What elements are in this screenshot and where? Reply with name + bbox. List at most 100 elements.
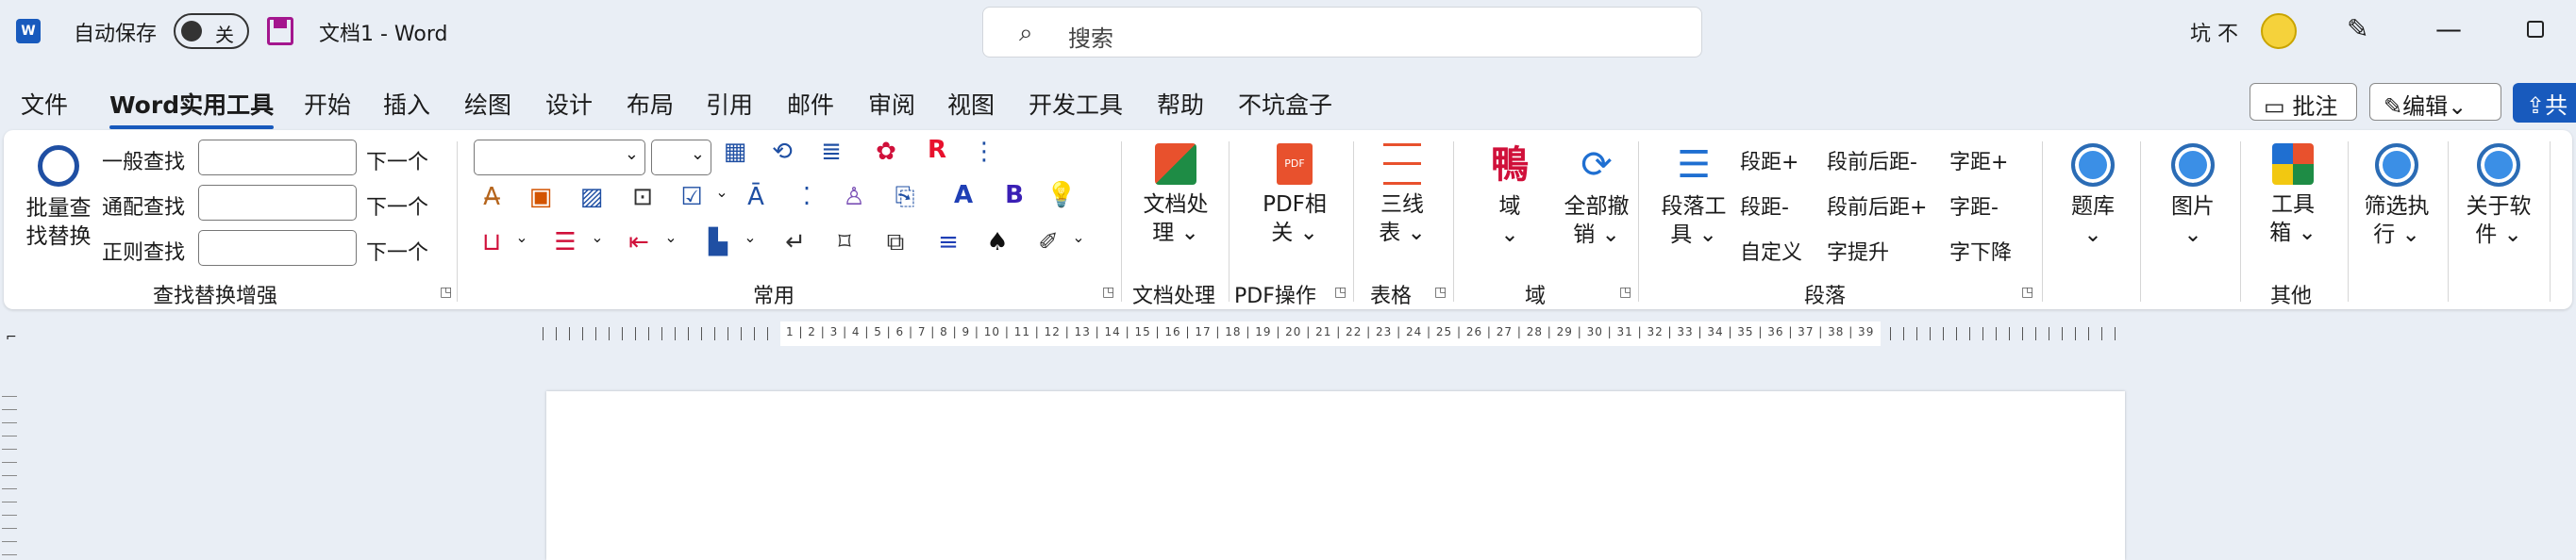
wildcard-find-input[interactable] [198, 185, 357, 221]
font-name-select[interactable]: ⌄ [474, 140, 645, 175]
dialog-launcher-icon[interactable]: ◳ [1334, 285, 1347, 300]
tab-draw[interactable]: 绘图 [464, 87, 511, 121]
tab-file[interactable]: 文件 [21, 87, 68, 121]
para-spacing-minus-button[interactable]: 段距- [1740, 190, 1789, 221]
editing-button[interactable]: ✎编辑⌄ [2369, 83, 2501, 121]
char-lower-button[interactable]: 字下降 [1949, 236, 2012, 266]
font-color-a-icon[interactable]: A [947, 181, 979, 209]
horizontal-ruler[interactable]: 1 | 2 | 3 | 4 | 5 | 6 | 7 | 8 | 9 | 10 |… [543, 318, 2128, 352]
crop-icon[interactable]: ⊡ [627, 183, 659, 211]
tab-view[interactable]: 视图 [947, 87, 995, 121]
question-bank-button[interactable]: 题库 ⌄ [2048, 143, 2138, 249]
about-software-button[interactable]: 关于软 件 ⌄ [2451, 143, 2546, 249]
divider [2140, 141, 2141, 302]
document-refresh-icon[interactable]: ⟲ [766, 138, 798, 166]
bottle-icon[interactable]: ♙ [838, 183, 870, 211]
tab-layout[interactable]: 布局 [627, 87, 674, 121]
tab-home[interactable]: 开始 [304, 87, 351, 121]
dialog-launcher-icon[interactable]: ◳ [2021, 285, 2033, 300]
spade-icon[interactable]: ♠ [981, 228, 1013, 256]
pen-icon[interactable]: ✎ [2347, 13, 2368, 44]
chevron-down-icon[interactable]: ⌄ [706, 183, 738, 201]
before-after-plus-button[interactable]: 段前后距+ [1827, 190, 1927, 221]
normal-find-next-button[interactable]: 下一个 [366, 145, 428, 175]
table-icon[interactable]: ▦ [719, 138, 751, 166]
three-line-table-button[interactable]: 三线 表 ⌄ [1363, 143, 1442, 247]
share-button[interactable]: ⇪共 [2513, 83, 2576, 123]
autosave-toggle[interactable]: 关 [174, 13, 249, 49]
tab-insert[interactable]: 插入 [383, 87, 430, 121]
tree-list-icon[interactable]: ⋮ [968, 138, 1000, 166]
toolbox-button[interactable]: 工具 箱 ⌄ [2248, 143, 2338, 247]
tab-mailings[interactable]: 邮件 [787, 87, 834, 121]
doc-settings-icon[interactable]: ⎘ [889, 183, 921, 212]
user-name[interactable]: 坑 不 [2190, 17, 2238, 47]
light-bulb-icon[interactable]: 💡 [1045, 181, 1078, 209]
insert-icon[interactable]: ⊔ [476, 228, 508, 256]
wildcard-find-next-button[interactable]: 下一个 [366, 190, 428, 221]
tab-word-tools[interactable]: Word实用工具 [109, 87, 275, 129]
field-button[interactable]: 鴨 域 ⌄ [1472, 143, 1547, 249]
vertical-ruler[interactable] [2, 396, 17, 556]
minimize-button[interactable]: — [2435, 13, 2462, 44]
chevron-down-icon[interactable]: ⌄ [1062, 228, 1095, 246]
tab-bukeng[interactable]: 不坑盒子 [1238, 87, 1332, 121]
image-frame-icon[interactable]: ▨ [576, 183, 608, 211]
tab-stop-selector[interactable]: ⌐ [6, 330, 17, 345]
images-button[interactable]: 图片 ⌄ [2148, 143, 2238, 249]
bold-b-icon[interactable]: B [998, 181, 1030, 209]
dialog-launcher-icon[interactable]: ◳ [440, 285, 452, 300]
regex-find-input[interactable] [198, 230, 357, 266]
dialog-launcher-icon[interactable]: ◳ [1102, 285, 1114, 300]
avatar[interactable] [2261, 13, 2297, 49]
undo-all-button[interactable]: ⟳ 全部撤 销 ⌄ [1551, 143, 1642, 249]
red-lines-icon[interactable]: ☰ [549, 228, 581, 256]
text-style-icon[interactable]: A̶ [476, 183, 508, 211]
regex-find-next-button[interactable]: 下一个 [366, 236, 428, 266]
word-logo-icon[interactable]: W [16, 19, 41, 43]
bookmark-icon[interactable]: ⌑ [828, 228, 861, 256]
tab-references[interactable]: 引用 [706, 87, 753, 121]
chevron-down-icon[interactable]: ⌄ [506, 228, 538, 246]
dialog-launcher-icon[interactable]: ◳ [1434, 285, 1447, 300]
maximize-button[interactable] [2527, 21, 2544, 38]
red-r-icon[interactable]: R [921, 136, 953, 164]
char-raise-button[interactable]: 字提升 [1827, 236, 1889, 266]
custom-button[interactable]: 自定义 [1740, 236, 1802, 266]
red-shape-icon[interactable]: ✿ [870, 138, 902, 166]
dots-icon[interactable]: ⁚ [791, 183, 823, 211]
paragraph-tools-button[interactable]: ☰ 段落工 具 ⌄ [1653, 143, 1734, 249]
para-spacing-plus-button[interactable]: 段距+ [1740, 145, 1798, 175]
filter-execute-button[interactable]: 筛选执 行 ⌄ [2350, 143, 2444, 249]
doc-processing-button[interactable]: 文档处 理 ⌄ [1129, 143, 1223, 247]
edit-box-icon[interactable]: ☑ [676, 183, 708, 211]
chart-icon[interactable]: ▙ [702, 228, 734, 256]
align-icon[interactable]: ≡ [932, 228, 964, 256]
highlighter-icon[interactable]: ✐ [1032, 228, 1064, 256]
page-icon[interactable]: ▣ [525, 183, 557, 211]
number-list-icon[interactable]: ≣ [815, 138, 847, 166]
indent-icon[interactable]: ⇤ [623, 228, 655, 256]
font-size-select[interactable]: ⌄ [651, 140, 711, 175]
chevron-down-icon[interactable]: ⌄ [581, 228, 613, 246]
tab-developer[interactable]: 开发工具 [1029, 87, 1123, 121]
save-icon[interactable] [267, 17, 293, 45]
enter-icon[interactable]: ↵ [779, 228, 811, 256]
batch-find-replace-button[interactable]: 批量查 找替换 [23, 145, 94, 251]
copy-icon[interactable]: ⧉ [879, 228, 912, 257]
dialog-launcher-icon[interactable]: ◳ [1619, 285, 1631, 300]
chevron-down-icon[interactable]: ⌄ [734, 228, 766, 246]
font-size-icon[interactable]: Ā [740, 183, 772, 211]
search-input[interactable]: ⌕ 搜索 [982, 7, 1702, 58]
char-spacing-plus-button[interactable]: 字距+ [1949, 145, 2008, 175]
tab-design[interactable]: 设计 [545, 87, 593, 121]
char-spacing-minus-button[interactable]: 字距- [1949, 190, 1999, 221]
comments-button[interactable]: ▭ 批注 [2250, 83, 2357, 121]
tab-help[interactable]: 帮助 [1157, 87, 1204, 121]
pdf-button[interactable]: PDF PDF相 关 ⌄ [1247, 143, 1342, 247]
normal-find-input[interactable] [198, 140, 357, 175]
tab-review[interactable]: 审阅 [868, 87, 915, 121]
before-after-minus-button[interactable]: 段前后距- [1827, 145, 1917, 175]
chevron-down-icon[interactable]: ⌄ [655, 228, 687, 246]
document-page[interactable] [546, 391, 2125, 560]
